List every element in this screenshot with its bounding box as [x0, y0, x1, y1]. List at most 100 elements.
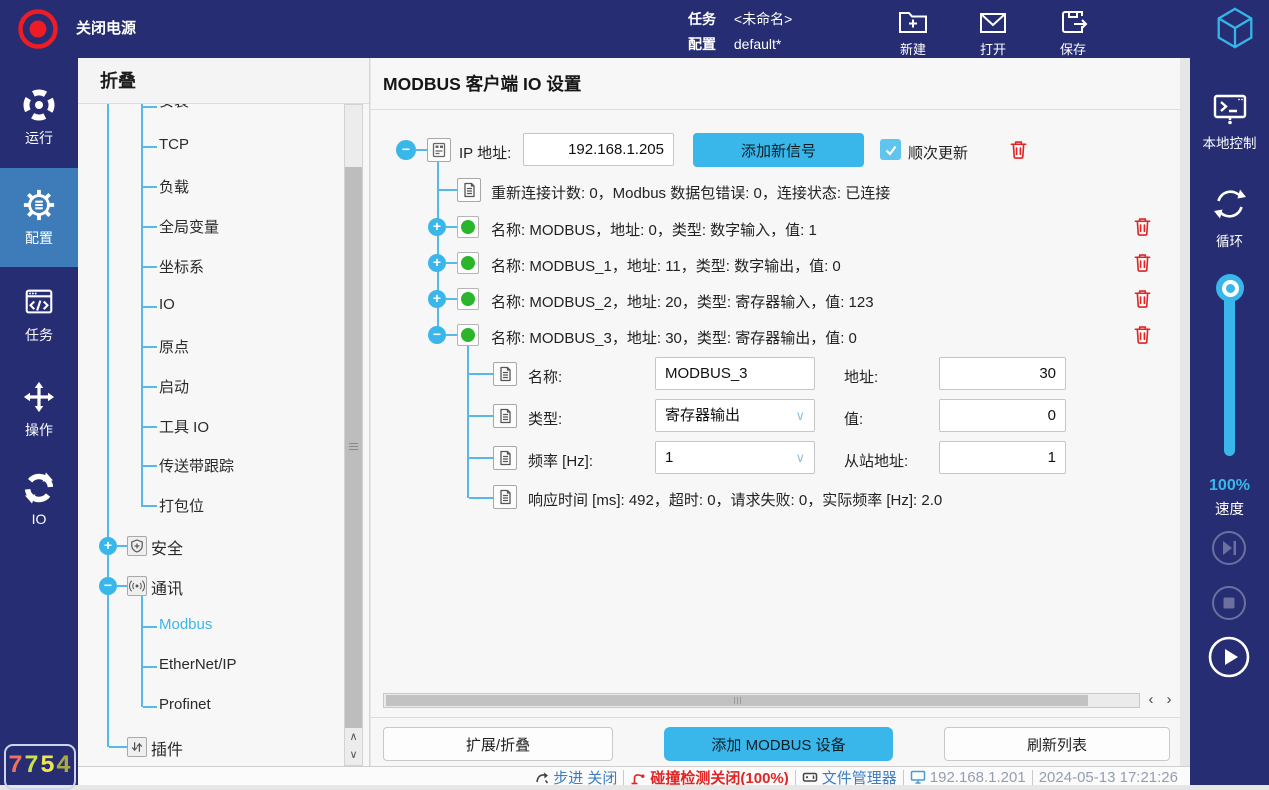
delete-device-icon[interactable]	[1008, 139, 1029, 160]
collision-detection-status[interactable]: 碰撞检测关闭(100%)	[630, 769, 788, 785]
loop-button[interactable]	[1210, 184, 1250, 229]
tree-connector-line	[143, 666, 157, 668]
tree-item-startup[interactable]: 启动	[159, 376, 189, 397]
tree-connector-line	[107, 104, 109, 747]
signal-row-text: 名称: MODBUS_1，地址: 11，类型: 数字输出，值: 0	[491, 255, 841, 276]
tree-item-global-vars[interactable]: 全局变量	[159, 216, 219, 237]
step-mode-status[interactable]: 步进 关闭	[534, 769, 617, 785]
tree-connector-line	[109, 746, 127, 748]
nav-run-label: 运行	[0, 128, 78, 148]
stop-button[interactable]	[1211, 585, 1247, 621]
signal-row-text: 名称: MODBUS，地址: 0，类型: 数字输入，值: 1	[491, 219, 817, 240]
tree-item-io[interactable]: IO	[159, 296, 175, 313]
delete-signal-icon[interactable]	[1132, 216, 1153, 237]
run-icon	[22, 88, 56, 122]
tree-item-conveyor[interactable]: 传送带跟踪	[159, 455, 234, 476]
tree-connector-line	[141, 594, 143, 707]
nav-operate[interactable]: 操作	[0, 380, 78, 440]
connector-line	[469, 497, 493, 499]
device-expander[interactable]: −	[396, 140, 416, 160]
tree-item-modbus[interactable]: Modbus	[159, 616, 212, 633]
new-button[interactable]: 新建	[883, 4, 943, 58]
chevron-down-icon: ∨	[795, 400, 805, 431]
scroll-down-icon[interactable]: ∨	[345, 746, 362, 764]
tree-item-payload[interactable]: 负载	[159, 176, 189, 197]
add-signal-button[interactable]: 添加新信号	[693, 133, 864, 167]
tree-connector-line	[117, 545, 127, 547]
delete-signal-icon[interactable]	[1132, 252, 1153, 273]
refresh-list-button[interactable]: 刷新列表	[944, 727, 1170, 761]
speed-slider-handle[interactable]	[1216, 274, 1244, 302]
slave-address-input[interactable]	[939, 441, 1066, 474]
name-input[interactable]	[655, 357, 815, 390]
scroll-up-icon[interactable]: ∧	[345, 728, 362, 746]
signal-expander-0[interactable]: +	[428, 218, 446, 236]
ip-address-input[interactable]	[523, 133, 674, 166]
type-select[interactable]: 寄存器输出 ∨	[655, 399, 815, 432]
scrollbar-grip	[349, 443, 358, 444]
connection-stats-text: 重新连接计数: 0，Modbus 数据包错误: 0，连接状态: 已连接	[491, 182, 890, 203]
tree-scrollbar[interactable]: ∧ ∨	[344, 104, 363, 766]
connector-line	[446, 298, 457, 300]
datetime-status: 2024-05-13 17:21:26	[1039, 769, 1178, 785]
tree-item-safety[interactable]: 安全	[151, 535, 183, 559]
right-sidebar: 本地控制 循环 100% 速度	[1190, 58, 1269, 785]
delete-signal-icon[interactable]	[1132, 324, 1153, 345]
scroll-right-icon[interactable]: ›	[1160, 693, 1178, 708]
speed-slider-track[interactable]	[1224, 288, 1235, 456]
signal-expander-1[interactable]: +	[428, 254, 446, 272]
tree-connector-line	[143, 106, 157, 108]
tree-item-tcp[interactable]: TCP	[159, 136, 189, 153]
address-input[interactable]	[939, 357, 1066, 390]
connector-line	[446, 334, 457, 336]
nav-task[interactable]: 任务	[0, 285, 78, 345]
sequential-update-checkbox[interactable]	[880, 139, 901, 160]
delete-signal-icon[interactable]	[1132, 288, 1153, 309]
tree-item-coordinate[interactable]: 坐标系	[159, 256, 204, 277]
new-button-label: 新建	[883, 39, 943, 58]
connector-line	[469, 457, 493, 459]
badge-digit: 7	[8, 751, 24, 780]
add-modbus-device-button[interactable]: 添加 MODBUS 设备	[664, 727, 893, 761]
collapse-header-button[interactable]: 折叠	[78, 58, 369, 104]
play-button[interactable]	[1208, 636, 1250, 678]
signal-expander-2[interactable]: +	[428, 290, 446, 308]
ip-label: IP 地址:	[459, 142, 511, 163]
horizontal-scrollbar-thumb[interactable]	[386, 695, 1088, 706]
config-label: 配置	[688, 36, 716, 52]
tree-expander-safety[interactable]: +	[99, 537, 117, 555]
move-arrows-icon	[22, 380, 56, 414]
tree-item-ethernet-ip[interactable]: EtherNet/IP	[159, 656, 237, 673]
address-label: 地址:	[844, 366, 878, 387]
tree-expander-communication[interactable]: −	[99, 577, 117, 595]
tree-item-communication[interactable]: 通讯	[151, 575, 183, 599]
scroll-left-icon[interactable]: ‹	[1142, 693, 1160, 708]
tree-scrollbar-thumb[interactable]	[345, 167, 362, 728]
detail-doc-icon	[493, 446, 517, 470]
tree-item-home[interactable]: 原点	[159, 336, 189, 357]
tree-item-profinet[interactable]: Profinet	[159, 696, 211, 713]
power-button[interactable]	[16, 7, 60, 56]
tree-item-pallet[interactable]: 打包位	[159, 495, 204, 516]
nav-config[interactable]: 配置	[0, 168, 78, 267]
value-input[interactable]	[939, 399, 1066, 432]
nav-run[interactable]: 运行	[0, 88, 78, 148]
horizontal-scrollbar[interactable]	[383, 693, 1140, 708]
step-next-button[interactable]	[1211, 530, 1247, 566]
expand-collapse-button[interactable]: 扩展/折叠	[383, 727, 613, 761]
save-button[interactable]: 保存	[1043, 4, 1103, 58]
save-icon	[1057, 6, 1089, 38]
page-title: MODBUS 客户端 IO 设置	[371, 58, 1180, 110]
tree-item-tool-io[interactable]: 工具 IO	[159, 416, 209, 437]
signal-expander-3[interactable]: −	[428, 326, 446, 344]
frequency-select[interactable]: 1 ∨	[655, 441, 815, 474]
tree-item-plugin[interactable]: 插件	[151, 736, 183, 760]
tree-connector-line	[143, 505, 157, 507]
tree-item-install[interactable]: 安装	[159, 104, 189, 111]
task-label: 任务	[688, 11, 716, 27]
nav-io[interactable]: IO	[0, 471, 78, 527]
tree-connector-line	[143, 465, 157, 467]
open-button[interactable]: 打开	[963, 4, 1023, 58]
local-control-button[interactable]	[1210, 88, 1250, 133]
file-manager-link[interactable]: 文件管理器	[802, 769, 897, 785]
